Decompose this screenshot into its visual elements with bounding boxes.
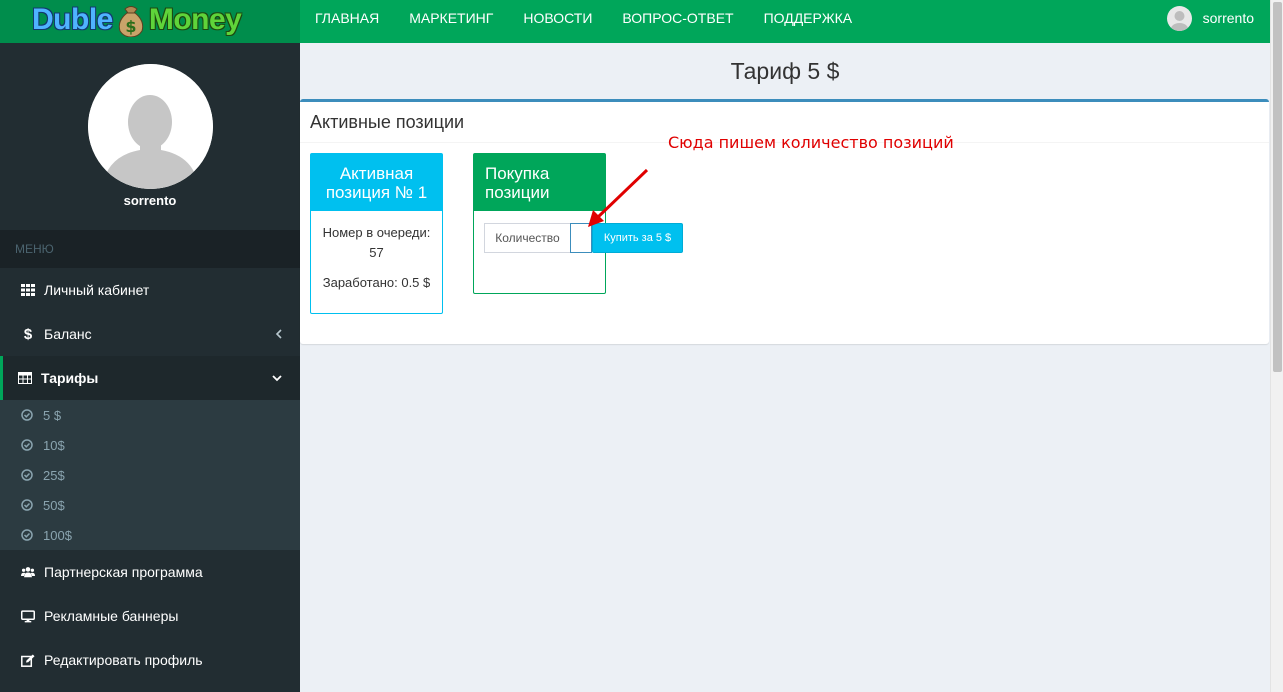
sidebar: sorrento МЕНЮ Личный кабинет $ Баланс Та…: [0, 43, 300, 692]
sidebar-item-label: Тарифы: [41, 370, 99, 386]
profile-username: sorrento: [123, 193, 177, 208]
check-circle-icon: [21, 439, 33, 451]
check-circle-icon: [21, 469, 33, 481]
logo-area[interactable]: Duble $ Money: [0, 0, 300, 43]
annotation-arrow-icon: [588, 168, 649, 227]
sidebar-item-label: Партнерская программа: [44, 564, 203, 580]
tariff-100[interactable]: 100$: [0, 520, 300, 550]
earned-amount: Заработано: 0.5 $: [322, 275, 431, 290]
sidebar-item-label: Редактировать профиль: [44, 652, 203, 668]
active-position-card: Активная позиция № 1 Номер в очереди: 57…: [310, 153, 443, 314]
logo-text-first: Duble: [32, 3, 113, 36]
svg-text:$: $: [125, 17, 136, 36]
avatar: [1166, 5, 1192, 31]
user-menu[interactable]: sorrento: [1166, 0, 1254, 36]
sidebar-item-partner[interactable]: Партнерская программа: [0, 550, 300, 594]
sidebar-item-balance[interactable]: $ Баланс: [0, 312, 300, 356]
tariffs-submenu: 5 $ 10$ 25$ 50$ 100$: [0, 400, 300, 550]
page-title: Тариф 5 $: [730, 58, 840, 84]
check-circle-icon: [21, 409, 33, 421]
grid-icon: [21, 283, 35, 297]
page-scrollbar[interactable]: [1270, 0, 1283, 692]
profile-avatar: [88, 64, 213, 189]
header-username: sorrento: [1202, 10, 1254, 26]
sidebar-item-label: Рекламные баннеры: [44, 608, 179, 624]
check-circle-icon: [21, 499, 33, 511]
tariff-50[interactable]: 50$: [0, 490, 300, 520]
queue-number: Номер в очереди: 57: [322, 225, 431, 260]
chevron-down-icon: [272, 356, 282, 400]
top-header: Duble $ Money ГЛАВНАЯ МАРКЕТИНГ НОВОСТИ …: [0, 0, 1270, 43]
tariff-label: 100$: [43, 527, 72, 543]
tariff-label: 25$: [43, 467, 65, 483]
main-nav: ГЛАВНАЯ МАРКЕТИНГ НОВОСТИ ВОПРОС-ОТВЕТ П…: [300, 0, 867, 36]
edit-icon: [21, 653, 35, 667]
tariff-label: 50$: [43, 497, 65, 513]
sidebar-item-label: Баланс: [44, 326, 92, 342]
nav-news[interactable]: НОВОСТИ: [508, 0, 607, 36]
tariff-10[interactable]: 10$: [0, 430, 300, 460]
dollar-icon: $: [23, 325, 33, 343]
nav-marketing[interactable]: МАРКЕТИНГ: [394, 0, 508, 36]
content-header: Тариф 5 $: [300, 43, 1270, 100]
tariff-label: 5 $: [43, 407, 62, 423]
tariff-25[interactable]: 25$: [0, 460, 300, 490]
nav-faq[interactable]: ВОПРОС-ОТВЕТ: [607, 0, 748, 36]
sidebar-item-edit-profile[interactable]: Редактировать профиль: [0, 638, 300, 682]
money-bag-icon: $: [118, 6, 144, 37]
monitor-icon: [21, 609, 35, 623]
user-panel: sorrento: [0, 43, 300, 230]
tariff-label: 10$: [43, 437, 65, 453]
menu-header: МЕНЮ: [0, 230, 300, 268]
logo[interactable]: Duble $ Money: [32, 0, 242, 40]
logo-text-second: Money: [148, 3, 242, 36]
sidebar-item-cabinet[interactable]: Личный кабинет: [0, 268, 300, 312]
tariff-5[interactable]: 5 $: [0, 400, 300, 430]
active-position-title: Активная позиция № 1: [311, 154, 442, 211]
nav-home[interactable]: ГЛАВНАЯ: [300, 0, 394, 36]
sidebar-item-banners[interactable]: Рекламные баннеры: [0, 594, 300, 638]
sidebar-item-tariffs[interactable]: Тарифы: [0, 356, 300, 400]
table-icon: [18, 371, 32, 385]
users-icon: [21, 565, 35, 579]
quantity-label: Количество: [484, 223, 571, 253]
nav-support[interactable]: ПОДДЕРЖКА: [749, 0, 868, 36]
chevron-left-icon: [275, 312, 282, 356]
sidebar-item-label: Личный кабинет: [44, 282, 150, 298]
annotation-text: Сюда пишем количество позиций: [668, 133, 954, 152]
scrollbar-thumb[interactable]: [1273, 2, 1282, 372]
check-circle-icon: [21, 529, 33, 541]
